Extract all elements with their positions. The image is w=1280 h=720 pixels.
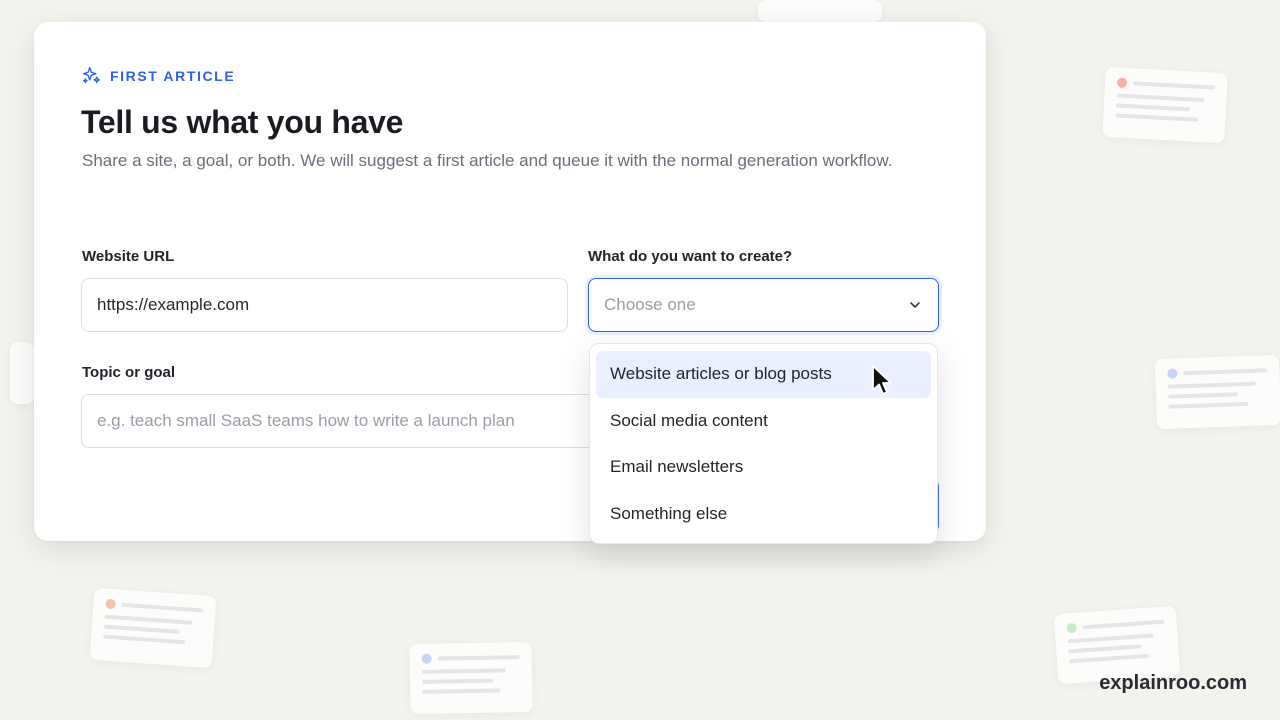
background-card [409,641,533,715]
page-subtitle: Share a site, a goal, or both. We will s… [82,151,893,170]
background-card [1102,66,1228,144]
background-card [1154,354,1280,430]
background-card [758,0,882,22]
chevron-down-icon [910,302,920,308]
topic-goal-input[interactable] [81,394,641,448]
eyebrow-label: FIRST ARTICLE [110,67,236,84]
page-title: Tell us what you have [81,104,404,140]
dropdown-option-social-media[interactable]: Social media content [596,398,931,445]
topic-goal-label: Topic or goal [82,364,176,381]
dropdown-option-email-newsletters[interactable]: Email newsletters [596,444,931,491]
sparkles-icon [82,66,101,84]
background-card [89,587,217,669]
website-url-input[interactable] [81,278,568,332]
eyebrow: FIRST ARTICLE [81,65,235,86]
dropdown-option-something-else[interactable]: Something else [596,491,931,538]
mouse-pointer-icon [872,365,892,395]
create-type-placeholder: Choose one [604,295,696,314]
website-url-label: Website URL [82,248,175,265]
background-card [10,342,34,404]
create-type-label: What do you want to create? [588,248,793,265]
brand-watermark: explainroo.com [1099,672,1247,694]
create-type-select[interactable]: Choose one [588,278,939,332]
